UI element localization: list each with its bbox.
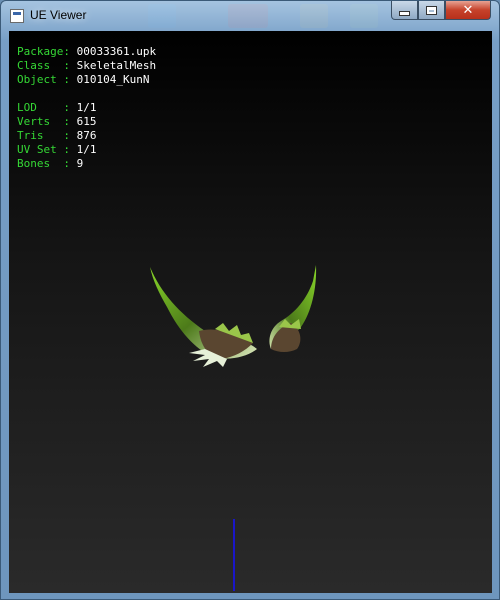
- z-axis-line: [233, 519, 235, 591]
- close-icon: ✕: [462, 2, 474, 18]
- minimize-icon: [399, 10, 410, 16]
- maximize-button[interactable]: [418, 1, 445, 20]
- skeletal-mesh-render: [150, 265, 317, 367]
- minimize-button[interactable]: [391, 1, 418, 20]
- title-bar[interactable]: UE Viewer ✕: [1, 1, 499, 31]
- 3d-viewport[interactable]: Package: 00033361.upk Class : SkeletalMe…: [9, 31, 492, 593]
- app-window: UE Viewer ✕ Package: 00033361.upk Class …: [0, 0, 500, 600]
- maximize-icon: [427, 6, 436, 14]
- close-button[interactable]: ✕: [445, 1, 491, 20]
- app-icon[interactable]: [10, 9, 24, 23]
- window-title: UE Viewer: [30, 8, 87, 22]
